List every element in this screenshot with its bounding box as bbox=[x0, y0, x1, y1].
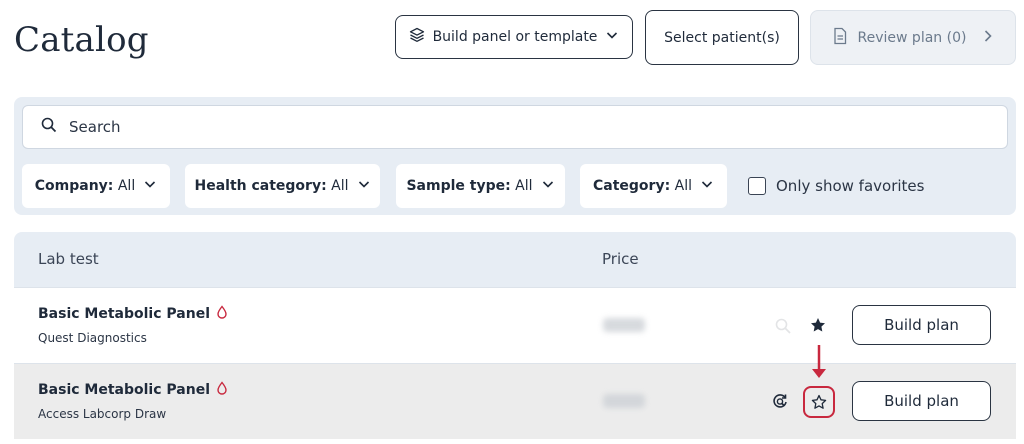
refresh-search-icon[interactable] bbox=[772, 393, 790, 415]
build-plan-button[interactable]: Build plan bbox=[852, 381, 991, 421]
page-title: Catalog bbox=[14, 20, 149, 60]
lab-test-name-text: Basic Metabolic Panel bbox=[38, 382, 210, 398]
column-header-lab-test: Lab test bbox=[38, 250, 99, 268]
filter-panel: Search Company: All Health category: All… bbox=[14, 97, 1016, 215]
search-placeholder: Search bbox=[69, 118, 121, 136]
layers-icon bbox=[409, 27, 425, 47]
star-outline-icon[interactable] bbox=[803, 386, 835, 418]
chevron-down-icon bbox=[605, 28, 619, 46]
favorites-toggle[interactable]: Only show favorites bbox=[748, 164, 924, 208]
refresh-search-icon bbox=[774, 317, 792, 339]
table-row[interactable]: Basic Metabolic Panel Quest Diagnostics … bbox=[14, 287, 1016, 363]
document-icon bbox=[832, 27, 848, 49]
review-plan-button[interactable]: Review plan (0) bbox=[810, 10, 1016, 65]
company-filter[interactable]: Company: All bbox=[22, 164, 170, 208]
price-redacted bbox=[603, 318, 645, 332]
blood-drop-icon bbox=[216, 381, 228, 399]
category-filter-label: Category: bbox=[593, 178, 671, 194]
build-plan-button[interactable]: Build plan bbox=[852, 305, 991, 345]
build-panel-label: Build panel or template bbox=[432, 29, 598, 45]
favorites-label: Only show favorites bbox=[776, 177, 925, 195]
review-plan-label: Review plan (0) bbox=[857, 29, 967, 46]
build-plan-label: Build plan bbox=[884, 392, 959, 410]
favorites-checkbox[interactable] bbox=[748, 177, 766, 195]
build-panel-button[interactable]: Build panel or template bbox=[395, 15, 633, 59]
company-filter-value: All bbox=[117, 178, 136, 194]
lab-company: Quest Diagnostics bbox=[38, 331, 147, 345]
select-patients-label: Select patient(s) bbox=[664, 29, 780, 46]
search-input[interactable]: Search bbox=[22, 105, 1008, 149]
sample-type-filter-label: Sample type: bbox=[406, 178, 511, 194]
chevron-down-icon bbox=[700, 177, 714, 195]
table-row[interactable]: Basic Metabolic Panel Access Labcorp Dra… bbox=[14, 363, 1016, 439]
build-plan-label: Build plan bbox=[884, 316, 959, 334]
category-filter[interactable]: Category: All bbox=[580, 164, 727, 208]
health-category-filter-label: Health category: bbox=[194, 178, 327, 194]
table-header: Lab test Price bbox=[14, 232, 1016, 287]
chevron-down-icon bbox=[357, 177, 371, 195]
column-header-price: Price bbox=[602, 250, 639, 268]
chevron-down-icon bbox=[143, 177, 157, 195]
sample-type-filter-value: All bbox=[515, 178, 533, 194]
health-category-filter[interactable]: Health category: All bbox=[185, 164, 380, 208]
category-filter-value: All bbox=[674, 178, 692, 194]
price-redacted bbox=[603, 394, 645, 408]
chevron-right-icon bbox=[982, 29, 994, 47]
annotation-arrow bbox=[812, 345, 826, 378]
sample-type-filter[interactable]: Sample type: All bbox=[396, 164, 565, 208]
lab-test-name-text: Basic Metabolic Panel bbox=[38, 306, 210, 322]
company-filter-label: Company: bbox=[34, 178, 114, 194]
lab-company: Access Labcorp Draw bbox=[38, 407, 167, 421]
select-patients-button[interactable]: Select patient(s) bbox=[645, 10, 799, 65]
blood-drop-icon bbox=[216, 305, 228, 323]
search-icon bbox=[41, 117, 57, 137]
chevron-down-icon bbox=[541, 177, 555, 195]
health-category-filter-value: All bbox=[331, 178, 349, 194]
lab-test-name: Basic Metabolic Panel bbox=[38, 381, 228, 399]
star-icon[interactable] bbox=[810, 317, 826, 337]
lab-test-name: Basic Metabolic Panel bbox=[38, 305, 228, 323]
lab-test-table: Lab test Price Basic Metabolic Panel Que… bbox=[14, 232, 1016, 444]
